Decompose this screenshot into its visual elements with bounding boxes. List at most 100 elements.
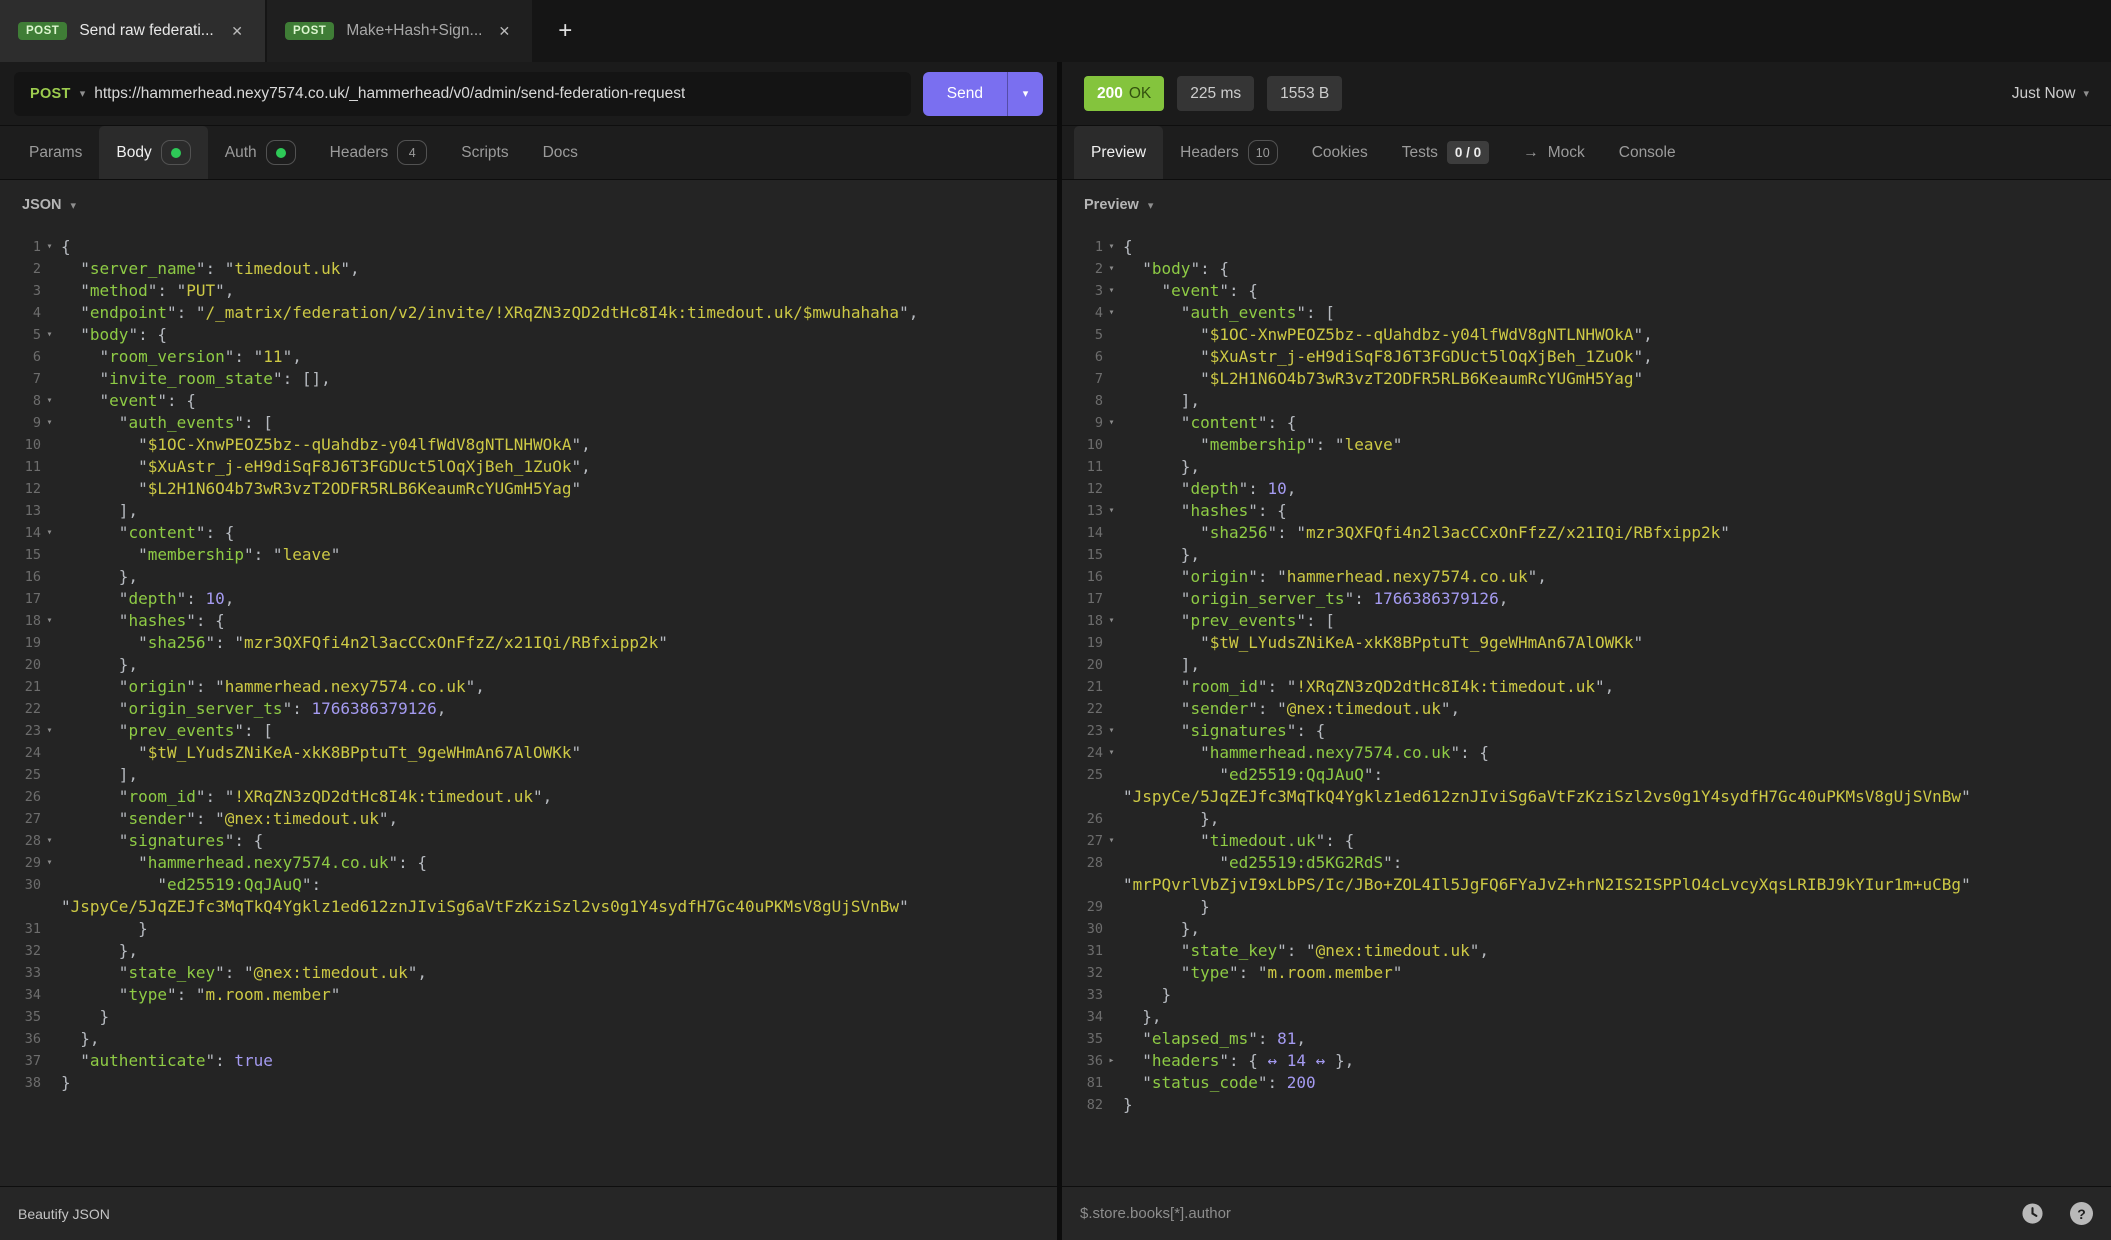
code-text: "authenticate": true: [58, 1050, 273, 1072]
send-button[interactable]: Send: [923, 72, 1007, 116]
code-line: 21 "origin": "hammerhead.nexy7574.co.uk"…: [0, 676, 1057, 698]
tab-headers[interactable]: Headers4: [313, 126, 445, 179]
fold-toggle-icon[interactable]: ▾: [1103, 412, 1120, 434]
code-line: 7 "invite_room_state": [],: [0, 368, 1057, 390]
line-number: 32: [1065, 962, 1103, 984]
line-number: 27: [3, 808, 41, 830]
code-text: {: [1120, 236, 1133, 258]
line-number: 5: [3, 324, 41, 346]
preview-mode-label[interactable]: Preview: [1084, 197, 1139, 213]
line-number: 4: [3, 302, 41, 324]
tab-docs[interactable]: Docs: [526, 126, 595, 179]
code-line: 30 "ed25519:QqJAuQ":: [0, 874, 1057, 896]
body-type-label[interactable]: JSON: [22, 197, 62, 213]
code-text: "$tW_LYudsZNiKeA-xkK8BPptuTt_9geWHmAn67A…: [1120, 632, 1643, 654]
line-number: 3: [1065, 280, 1103, 302]
tab-params[interactable]: Params: [12, 126, 99, 179]
fold-toggle-icon[interactable]: ▾: [1103, 742, 1120, 764]
gutter: 3: [0, 280, 58, 302]
fold-toggle-icon[interactable]: ▾: [41, 830, 58, 852]
help-icon[interactable]: ?: [2070, 1202, 2093, 1225]
line-number: 24: [3, 742, 41, 764]
method-selector[interactable]: POST: [30, 86, 71, 102]
fold-toggle-icon[interactable]: ▾: [41, 522, 58, 544]
fold-toggle-icon[interactable]: ▾: [1103, 302, 1120, 324]
line-number: 23: [3, 720, 41, 742]
tab-label: Params: [29, 144, 82, 162]
line-number: 12: [1065, 478, 1103, 500]
close-icon[interactable]: ✕: [494, 21, 514, 42]
fold-toggle-icon[interactable]: ▾: [41, 236, 58, 258]
code-text: "type": "m.room.member": [58, 984, 340, 1006]
code-line: 13▾ "hashes": {: [1062, 500, 2111, 522]
history-clock-icon[interactable]: [2021, 1202, 2044, 1225]
tab-mock[interactable]: →Mock: [1506, 126, 1602, 179]
gutter: 31: [0, 918, 58, 940]
line-number: 21: [3, 676, 41, 698]
fold-toggle-icon[interactable]: ▾: [41, 390, 58, 412]
gutter: 25: [1062, 764, 1120, 786]
fold-toggle-icon[interactable]: ▾: [1103, 258, 1120, 280]
tab-scripts[interactable]: Scripts: [444, 126, 525, 179]
line-number: 13: [3, 500, 41, 522]
fold-toggle-icon[interactable]: ▾: [41, 412, 58, 434]
main-split: POST ▾ https://hammerhead.nexy7574.co.uk…: [0, 62, 2111, 1240]
code-line: 26 "room_id": "!XRqZN3zQD2dtHc8I4k:timed…: [0, 786, 1057, 808]
line-number: 18: [3, 610, 41, 632]
gutter: 29: [1062, 896, 1120, 918]
url-input[interactable]: https://hammerhead.nexy7574.co.uk/_hamme…: [94, 85, 685, 103]
gutter: 29▾: [0, 852, 58, 874]
status-badge: 200OK: [1084, 76, 1164, 111]
send-options-dropdown[interactable]: ▾: [1007, 72, 1043, 116]
beautify-json-button[interactable]: Beautify JSON: [18, 1206, 110, 1222]
line-number: 35: [1065, 1028, 1103, 1050]
code-text: "content": {: [58, 522, 234, 544]
code-line: 4 "endpoint": "/_matrix/federation/v2/in…: [0, 302, 1057, 324]
code-line: 33 "state_key": "@nex:timedout.uk",: [0, 962, 1057, 984]
close-icon[interactable]: ✕: [227, 21, 247, 42]
tab-body[interactable]: Body: [99, 126, 207, 179]
code-text: "prev_events": [: [1120, 610, 1335, 632]
jsonpath-filter-input[interactable]: [1080, 1205, 1995, 1222]
tab-tests[interactable]: Tests0 / 0: [1385, 126, 1506, 179]
tab-cookies[interactable]: Cookies: [1295, 126, 1385, 179]
gutter: 4: [0, 302, 58, 324]
line-number: 22: [1065, 698, 1103, 720]
fold-toggle-icon[interactable]: ▾: [41, 610, 58, 632]
new-tab-button[interactable]: +: [548, 15, 582, 47]
tab-headers[interactable]: Headers10: [1163, 126, 1295, 179]
fold-toggle-icon[interactable]: ▾: [1103, 500, 1120, 522]
response-history-dropdown[interactable]: Just Now ▾: [2012, 85, 2089, 103]
fold-toggle-icon[interactable]: ▾: [1103, 830, 1120, 852]
gutter: 11: [0, 456, 58, 478]
tab-auth[interactable]: Auth: [208, 126, 313, 179]
line-number: 1: [3, 236, 41, 258]
response-preview-editor[interactable]: 1▾{2▾ "body": {3▾ "event": {4▾ "auth_eve…: [1062, 230, 2111, 1186]
request-body-editor[interactable]: 1▾{2 "server_name": "timedout.uk",3 "met…: [0, 230, 1057, 1186]
fold-toggle-icon[interactable]: ▾: [1103, 236, 1120, 258]
fold-toggle-icon[interactable]: ▸: [1103, 1050, 1120, 1072]
request-tab-send-raw-federation[interactable]: POST Send raw federati... ✕: [0, 0, 265, 62]
fold-toggle-icon[interactable]: ▾: [41, 852, 58, 874]
code-text: "hammerhead.nexy7574.co.uk": {: [1120, 742, 1489, 764]
fold-toggle-icon[interactable]: ▾: [1103, 720, 1120, 742]
fold-toggle-icon[interactable]: ▾: [1103, 610, 1120, 632]
code-line: 32 "type": "m.room.member": [1062, 962, 2111, 984]
fold-toggle-icon[interactable]: ▾: [1103, 280, 1120, 302]
fold-toggle-icon[interactable]: ▾: [41, 720, 58, 742]
send-button-group: Send ▾: [923, 72, 1043, 116]
code-text: ],: [1120, 390, 1200, 412]
tab-console[interactable]: Console: [1602, 126, 1693, 179]
code-text: "origin_server_ts": 1766386379126,: [58, 698, 446, 720]
code-line: 2▾ "body": {: [1062, 258, 2111, 280]
url-bar[interactable]: POST ▾ https://hammerhead.nexy7574.co.uk…: [14, 72, 911, 116]
fold-toggle-icon[interactable]: ▾: [41, 324, 58, 346]
request-tab-make-hash-sign[interactable]: POST Make+Hash+Sign... ✕: [267, 0, 532, 62]
code-line: 18▾ "prev_events": [: [1062, 610, 2111, 632]
code-line: 5 "$1OC-XnwPEOZ5bz--qUahdbz-y04lfWdV8gNT…: [1062, 324, 2111, 346]
tab-preview[interactable]: Preview: [1074, 126, 1163, 179]
code-text: "membership": "leave": [58, 544, 340, 566]
tab-label: Console: [1619, 144, 1676, 162]
code-text: ],: [58, 500, 138, 522]
gutter: 35: [0, 1006, 58, 1028]
